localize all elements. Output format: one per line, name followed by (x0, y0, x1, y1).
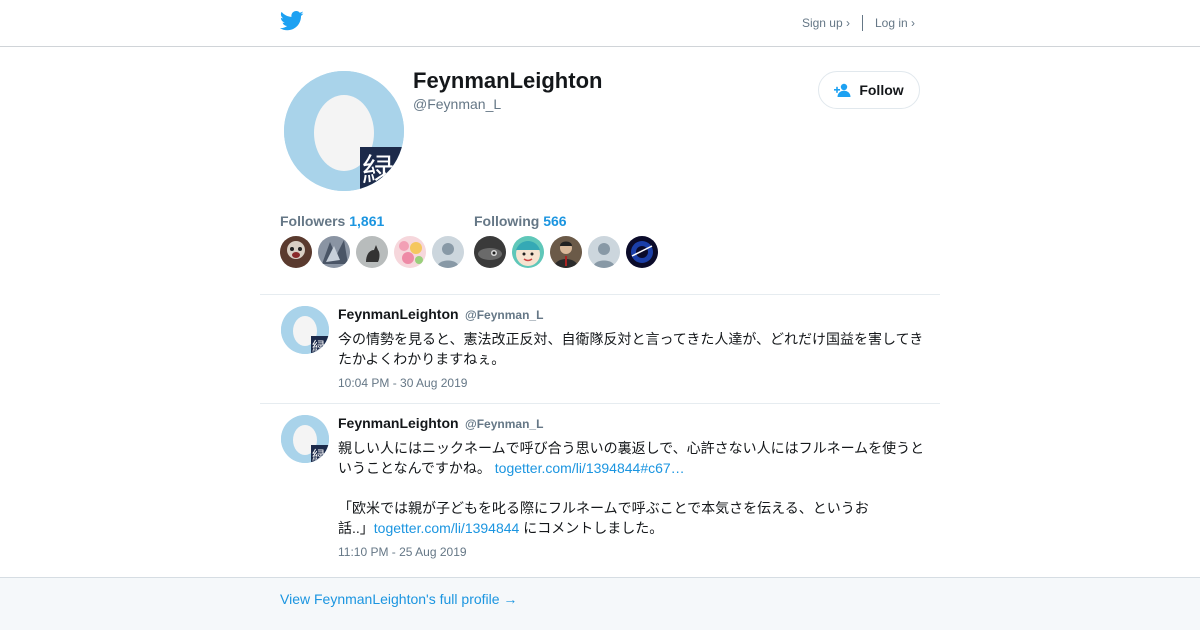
follow-button[interactable]: Follow (818, 71, 920, 109)
following-avatar[interactable] (512, 236, 544, 268)
tweet-avatar[interactable]: 緑 (281, 415, 329, 463)
following-label: Following (474, 213, 540, 229)
add-user-icon (834, 83, 851, 97)
full-profile-link[interactable]: View FeynmanLeighton's full profile → (280, 591, 517, 607)
followers-count: 1,861 (349, 213, 385, 229)
tweet-header: FeynmanLeighton @Feynman_L (338, 415, 543, 433)
tweet-author-name[interactable]: FeynmanLeighton (338, 415, 459, 431)
default-egg-avatar-icon: 緑 (284, 71, 404, 191)
default-egg-avatar-icon: 緑 (281, 306, 329, 354)
tweet-avatar[interactable]: 緑 (281, 306, 329, 354)
follow-button-label: Follow (859, 82, 904, 98)
follower-avatar[interactable] (356, 236, 388, 268)
follower-avatar[interactable] (318, 236, 350, 268)
tweet-text-part: にコメントしました。 (519, 520, 664, 536)
profile-handle: @Feynman_L (413, 96, 502, 112)
avatar-badge-glyph: 緑 (312, 449, 325, 463)
follower-avatar[interactable] (432, 236, 464, 268)
tweet-author-handle[interactable]: @Feynman_L (465, 308, 543, 322)
avatar-badge-glyph: 緑 (312, 340, 325, 354)
follower-avatar[interactable] (394, 236, 426, 268)
following-count: 566 (543, 213, 567, 229)
tweet-text: 「欧米では親が子どもを叱る際にフルネームで呼ぶことで本気さを伝える、というお話.… (338, 498, 878, 538)
tweet-timestamp[interactable]: 10:04 PM - 30 Aug 2019 (338, 376, 467, 390)
tweet-link[interactable]: togetter.com/li/1394844#c67… (495, 460, 685, 476)
login-link[interactable]: Log in › (875, 16, 915, 30)
top-bar: Sign up › Log in › (0, 0, 1200, 47)
twitter-bird-icon[interactable] (280, 11, 304, 31)
tweet-divider (260, 403, 940, 404)
following-avatar[interactable] (626, 236, 658, 268)
nav-divider (861, 15, 863, 31)
signup-link[interactable]: Sign up › (802, 16, 850, 30)
tweet-text: 今の情勢を見ると、憲法改正反対、自衛隊反対と言ってきた人達が、どれだけ国益を害し… (338, 331, 924, 367)
followers-label: Followers (280, 213, 346, 229)
following-stat[interactable]: Following 566 (474, 213, 567, 229)
following-avatar[interactable] (474, 236, 506, 268)
profile-avatar[interactable]: 緑 (284, 71, 404, 191)
tweet-author-name[interactable]: FeynmanLeighton (338, 306, 459, 322)
following-avatar[interactable] (588, 236, 620, 268)
tweet-link[interactable]: togetter.com/li/1394844 (374, 520, 520, 536)
follower-avatar[interactable] (280, 236, 312, 268)
default-egg-avatar-icon: 緑 (281, 415, 329, 463)
profile-name: FeynmanLeighton (413, 68, 603, 93)
section-divider (260, 294, 940, 295)
followers-avatars (280, 236, 464, 268)
following-avatars (474, 236, 658, 268)
tweet-text: 親しい人にはニックネームで呼び合う思いの裏返しで、心許さない人にはフルネームを使… (338, 438, 930, 478)
tweet-header: FeynmanLeighton @Feynman_L (338, 306, 543, 324)
footer: View FeynmanLeighton's full profile → (0, 577, 1200, 630)
followers-stat[interactable]: Followers 1,861 (280, 213, 384, 229)
tweet-author-handle[interactable]: @Feynman_L (465, 417, 543, 431)
following-avatar[interactable] (550, 236, 582, 268)
top-nav: Sign up › Log in › (802, 15, 915, 31)
tweet-timestamp[interactable]: 11:10 PM - 25 Aug 2019 (338, 545, 467, 559)
avatar-badge-glyph: 緑 (362, 151, 394, 189)
